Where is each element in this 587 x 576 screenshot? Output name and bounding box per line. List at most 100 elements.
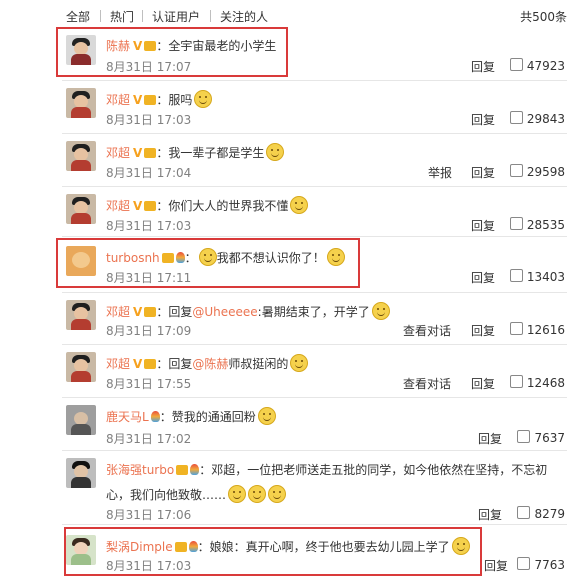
tab-all[interactable]: 全部 — [66, 8, 90, 25]
avatar[interactable] — [66, 141, 96, 171]
view-conversation-link[interactable]: 查看对话 — [403, 322, 451, 339]
username[interactable]: 邓超 — [106, 199, 130, 213]
crown-icon — [144, 95, 157, 105]
crown-icon — [144, 307, 157, 317]
reply-button[interactable]: 回复 — [471, 322, 495, 339]
like-button[interactable]: 12468 — [509, 375, 565, 390]
comment-time: 8月31日 17:55 — [106, 377, 192, 391]
reply-button[interactable]: 回复 — [471, 217, 495, 234]
comment-line: 邓超 V ：服吗 — [106, 90, 213, 108]
reply-prefix: 回复 — [168, 305, 193, 319]
comment-time: 8月31日 17:11 — [106, 271, 192, 285]
comment-text: 服吗 — [168, 93, 193, 107]
tab-divider — [100, 10, 101, 22]
reply-button[interactable]: 回复 — [471, 58, 495, 75]
username[interactable]: 邓超 — [106, 305, 130, 319]
reply-button[interactable]: 回复 — [471, 375, 495, 392]
reply-button[interactable]: 回复 — [471, 111, 495, 128]
comment-text: 师叔挺闲的 — [228, 357, 289, 371]
tab-divider — [210, 10, 211, 22]
thumb-up-icon — [509, 269, 523, 282]
avatar[interactable] — [66, 458, 96, 488]
reply-button[interactable]: 回复 — [471, 164, 495, 181]
like-count: 13403 — [526, 270, 565, 284]
mention-link[interactable]: @陈赫 — [192, 357, 228, 371]
crown-icon — [144, 41, 157, 51]
comment-text: :暑期结束了，开学了 — [257, 305, 370, 319]
like-button[interactable]: 7637 — [517, 430, 565, 445]
crown-icon — [144, 148, 157, 158]
like-button[interactable]: 12616 — [509, 322, 565, 337]
verified-badge-icon: V — [133, 199, 143, 213]
tab-following[interactable]: 关注的人 — [220, 8, 268, 25]
divider — [62, 397, 567, 398]
thumb-up-icon — [509, 217, 523, 230]
reply-button[interactable]: 回复 — [484, 557, 508, 574]
confused-emoji-icon — [198, 248, 217, 266]
like-button[interactable]: 47923 — [509, 58, 565, 73]
username[interactable]: 梨涡Dimple — [106, 540, 173, 554]
comment-time: 8月31日 17:03 — [106, 219, 192, 233]
like-count: 47923 — [526, 59, 565, 73]
username[interactable]: 邓超 — [106, 357, 130, 371]
divider — [62, 450, 567, 451]
like-count: 29843 — [526, 112, 565, 126]
divider — [62, 186, 567, 187]
like-button[interactable]: 28535 — [509, 217, 565, 232]
like-button[interactable]: 29598 — [509, 164, 565, 179]
username[interactable]: 鹿天马L — [106, 410, 149, 424]
comment-line: 梨涡Dimple ：娘娘：真开心啊，终于他也要去幼儿园上学了 — [106, 537, 470, 555]
comment-count: 共500条 — [520, 10, 567, 24]
username[interactable]: 陈赫 — [106, 39, 130, 53]
avatar[interactable] — [66, 535, 96, 565]
lightbulb-icon — [188, 541, 198, 552]
like-count: 12468 — [526, 376, 565, 390]
verified-badge-icon: V — [133, 305, 143, 319]
mention-link[interactable]: @Uheeeee — [192, 305, 257, 319]
report-button[interactable]: 举报 — [428, 164, 452, 181]
username[interactable]: 张海强turbo — [106, 463, 174, 477]
smile-emoji-icon — [257, 407, 276, 425]
thumb-up-icon — [517, 506, 531, 519]
avatar[interactable] — [66, 405, 96, 435]
avatar[interactable] — [66, 88, 96, 118]
smile-emoji-icon — [451, 537, 470, 555]
divider — [62, 524, 567, 525]
avatar[interactable] — [66, 35, 96, 65]
username[interactable]: 邓超 — [106, 93, 130, 107]
comment-text: 我都不想认识你了！ — [216, 251, 325, 265]
avatar[interactable] — [66, 246, 96, 276]
crown-icon — [174, 542, 187, 552]
divider — [62, 344, 567, 345]
username[interactable]: turbosnh — [106, 251, 160, 265]
reply-button[interactable]: 回复 — [478, 430, 502, 447]
like-button[interactable]: 13403 — [509, 269, 565, 284]
comment-line: 邓超 V ：回复@陈赫师叔挺闲的 — [106, 354, 309, 372]
view-conversation-link[interactable]: 查看对话 — [403, 375, 451, 392]
like-button[interactable]: 8279 — [517, 506, 565, 521]
comment-text: 娘娘：真开心啊，终于他也要去幼儿园上学了 — [209, 540, 450, 554]
comment-text: 赞我的通通回粉 — [171, 410, 256, 424]
comment-text: 我一辈子都是学生 — [168, 146, 265, 160]
comment-line: 鹿天马L ：赞我的通通回粉 — [106, 407, 276, 425]
comment-time: 8月31日 17:04 — [106, 166, 192, 180]
thumb-up-icon — [509, 111, 523, 124]
avatar[interactable] — [66, 352, 96, 382]
thumb-up-icon — [517, 430, 531, 443]
like-count: 7637 — [534, 431, 565, 445]
reply-button[interactable]: 回复 — [471, 269, 495, 286]
tab-verified-users[interactable]: 认证用户 — [152, 8, 200, 25]
divider — [62, 292, 567, 293]
divider — [62, 80, 567, 81]
reply-button[interactable]: 回复 — [478, 506, 502, 523]
comment-time: 8月31日 17:09 — [106, 324, 192, 338]
crown-icon — [161, 253, 174, 263]
comment-time: 8月31日 17:02 — [106, 432, 192, 446]
like-button[interactable]: 29843 — [509, 111, 565, 126]
avatar[interactable] — [66, 300, 96, 330]
avatar[interactable] — [66, 194, 96, 224]
tab-hot[interactable]: 热门 — [110, 8, 134, 25]
username[interactable]: 邓超 — [106, 146, 130, 160]
verified-badge-icon: V — [133, 357, 143, 371]
comment-time: 8月31日 17:03 — [106, 559, 192, 573]
